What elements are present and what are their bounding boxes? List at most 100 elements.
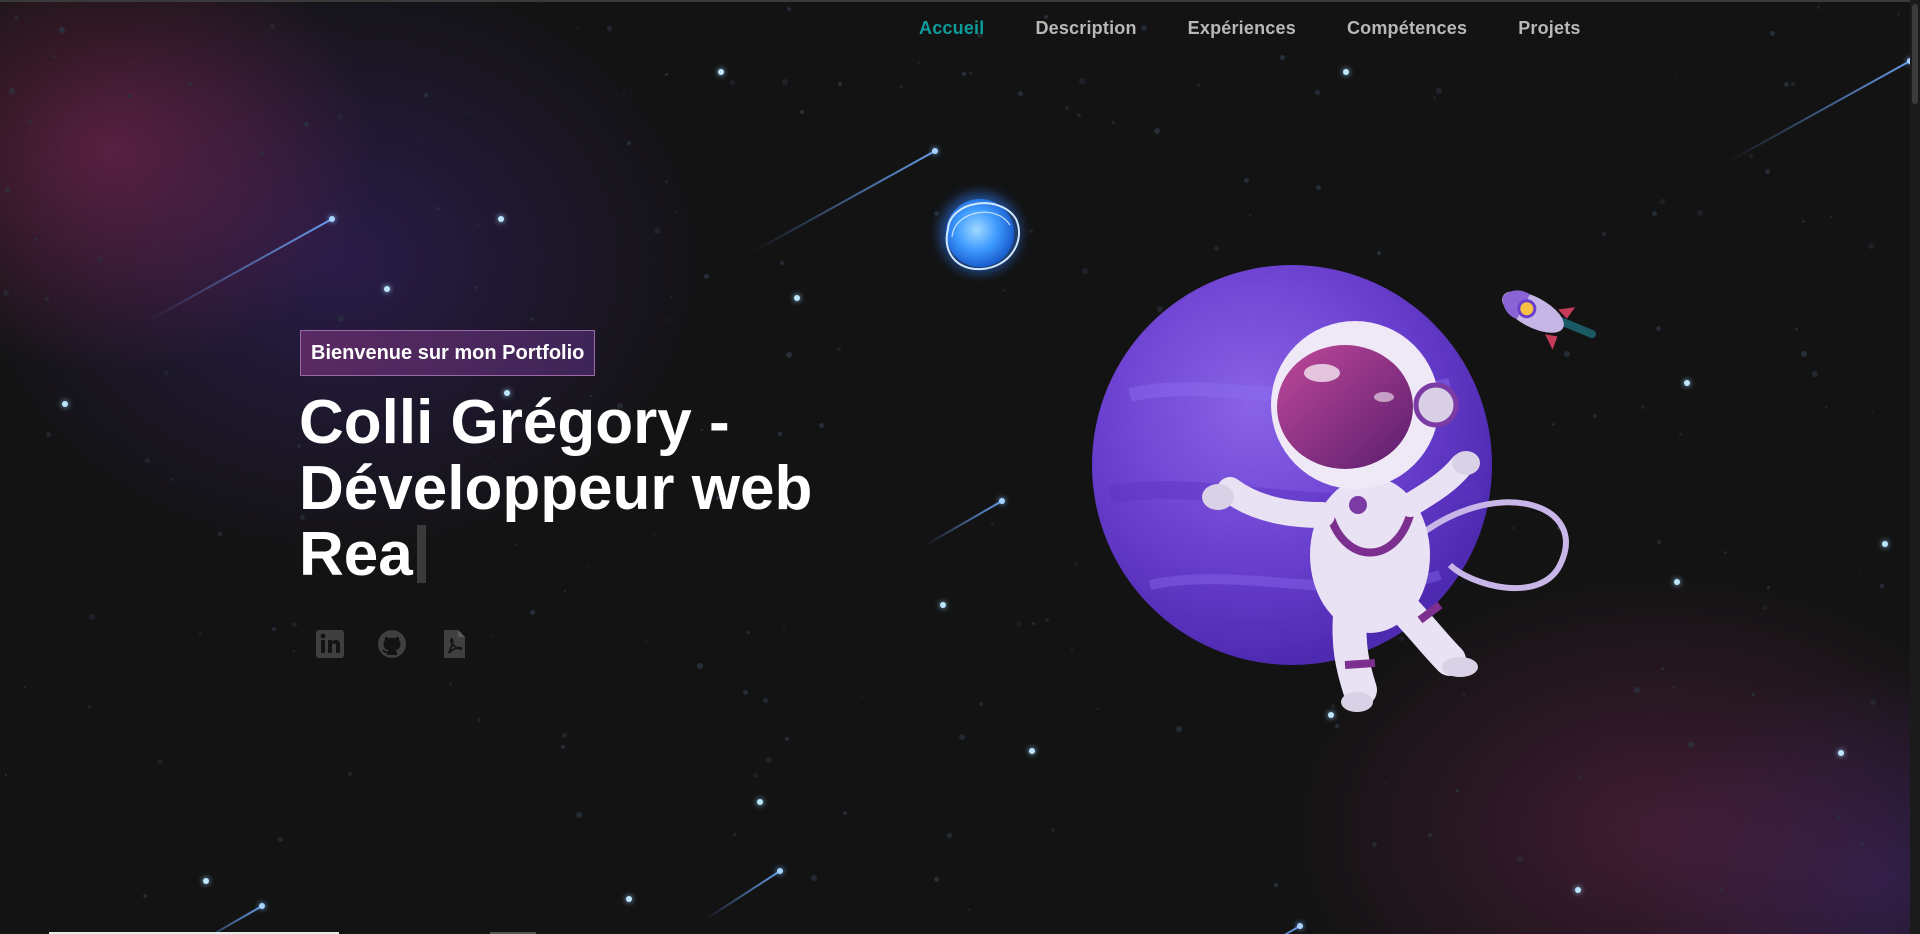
star-dust xyxy=(747,631,750,634)
star-dust xyxy=(1051,828,1055,832)
linkedin-icon[interactable] xyxy=(314,628,346,660)
star-dust xyxy=(1679,433,1682,436)
blue-planet-icon xyxy=(940,193,1020,273)
star-dust xyxy=(1802,220,1805,223)
star-dust xyxy=(1428,833,1432,837)
star-dust xyxy=(1077,113,1081,117)
star-dust xyxy=(1749,154,1753,158)
nav-link-description[interactable]: Description xyxy=(1035,18,1136,39)
star xyxy=(794,295,800,301)
star-dust xyxy=(1661,667,1664,670)
star-dust xyxy=(783,626,785,628)
star-dust xyxy=(98,257,102,261)
star xyxy=(1343,69,1349,75)
star-dust xyxy=(424,93,428,97)
scrollbar-thumb[interactable] xyxy=(1912,4,1918,104)
star-dust xyxy=(763,698,768,703)
star-dust xyxy=(979,702,983,706)
star-dust xyxy=(71,75,73,77)
star-dust xyxy=(1765,169,1770,174)
star xyxy=(1029,748,1035,754)
star-dust xyxy=(991,523,994,526)
star-dust xyxy=(1377,251,1381,255)
star-dust xyxy=(627,141,631,145)
star-dust xyxy=(1795,328,1798,331)
welcome-badge: Bienvenue sur mon Portfolio xyxy=(300,330,596,376)
star-dust xyxy=(421,140,423,142)
star-dust xyxy=(95,863,97,865)
star xyxy=(1674,579,1680,585)
star-dust xyxy=(293,650,295,652)
star-dust xyxy=(646,640,648,642)
star-dust xyxy=(562,733,567,738)
star xyxy=(718,69,724,75)
star-dust xyxy=(1018,91,1023,96)
star-dust xyxy=(917,61,920,64)
star-dust xyxy=(218,532,222,536)
star-dust xyxy=(1154,128,1160,134)
star-dust xyxy=(561,745,565,749)
star-dust xyxy=(811,875,817,881)
star-dust xyxy=(466,112,468,114)
shooting-star xyxy=(192,905,263,934)
star-dust xyxy=(171,478,174,481)
nav-link-experiences[interactable]: Expériences xyxy=(1188,18,1296,39)
star-dust xyxy=(530,610,535,615)
star-dust xyxy=(782,79,788,85)
scrollbar[interactable] xyxy=(1910,0,1920,934)
star-dust xyxy=(654,228,660,234)
star-dust xyxy=(1045,618,1049,622)
star-dust xyxy=(157,759,163,765)
star-dust xyxy=(1657,540,1661,544)
star-dust xyxy=(697,663,703,669)
star-dust xyxy=(46,432,51,437)
star-dust xyxy=(1280,55,1285,60)
star-dust xyxy=(1830,216,1832,218)
star-dust xyxy=(1674,76,1676,78)
star-dust xyxy=(1384,782,1386,784)
star-dust xyxy=(959,734,965,740)
hero-title-line: Développeur web xyxy=(299,454,813,523)
star-dust xyxy=(1605,743,1607,745)
pdf-icon[interactable] xyxy=(438,628,470,660)
nav-link-accueil[interactable]: Accueil xyxy=(919,18,984,39)
star-dust xyxy=(668,319,670,321)
star-dust xyxy=(145,458,150,463)
star-dust xyxy=(27,119,32,124)
star-dust xyxy=(476,223,479,226)
nav-link-projets[interactable]: Projets xyxy=(1518,18,1580,39)
star-dust xyxy=(1316,185,1321,190)
star-dust xyxy=(59,27,65,33)
star-dust xyxy=(925,421,927,423)
star-dust xyxy=(900,85,903,88)
star-dust xyxy=(89,614,95,620)
star-dust xyxy=(1791,82,1795,86)
star-dust xyxy=(1214,246,1219,251)
star-dust xyxy=(338,316,344,322)
star-dust xyxy=(1767,586,1770,589)
star-dust xyxy=(1074,562,1077,565)
window-top-border xyxy=(0,0,1920,2)
star xyxy=(498,216,504,222)
star-dust xyxy=(1870,699,1876,705)
star-dust xyxy=(199,632,202,635)
star-dust xyxy=(1002,289,1005,292)
star-dust xyxy=(1372,842,1377,847)
star-dust xyxy=(1079,78,1085,84)
star-dust xyxy=(1825,406,1828,409)
star-dust xyxy=(273,135,275,137)
social-links xyxy=(314,628,470,660)
github-icon[interactable] xyxy=(376,628,408,660)
shooting-star xyxy=(147,218,333,322)
star xyxy=(62,401,68,407)
star-dust xyxy=(1880,584,1884,588)
star-dust xyxy=(1315,90,1320,95)
star-dust xyxy=(730,80,735,85)
star-dust xyxy=(5,774,7,776)
star-dust xyxy=(564,590,566,592)
star-dust xyxy=(1249,214,1251,216)
star-dust xyxy=(24,686,26,688)
hero-title-line: Colli Grégory - xyxy=(299,388,730,457)
star-dust xyxy=(188,81,193,86)
nav-link-competences[interactable]: Compétences xyxy=(1347,18,1467,39)
